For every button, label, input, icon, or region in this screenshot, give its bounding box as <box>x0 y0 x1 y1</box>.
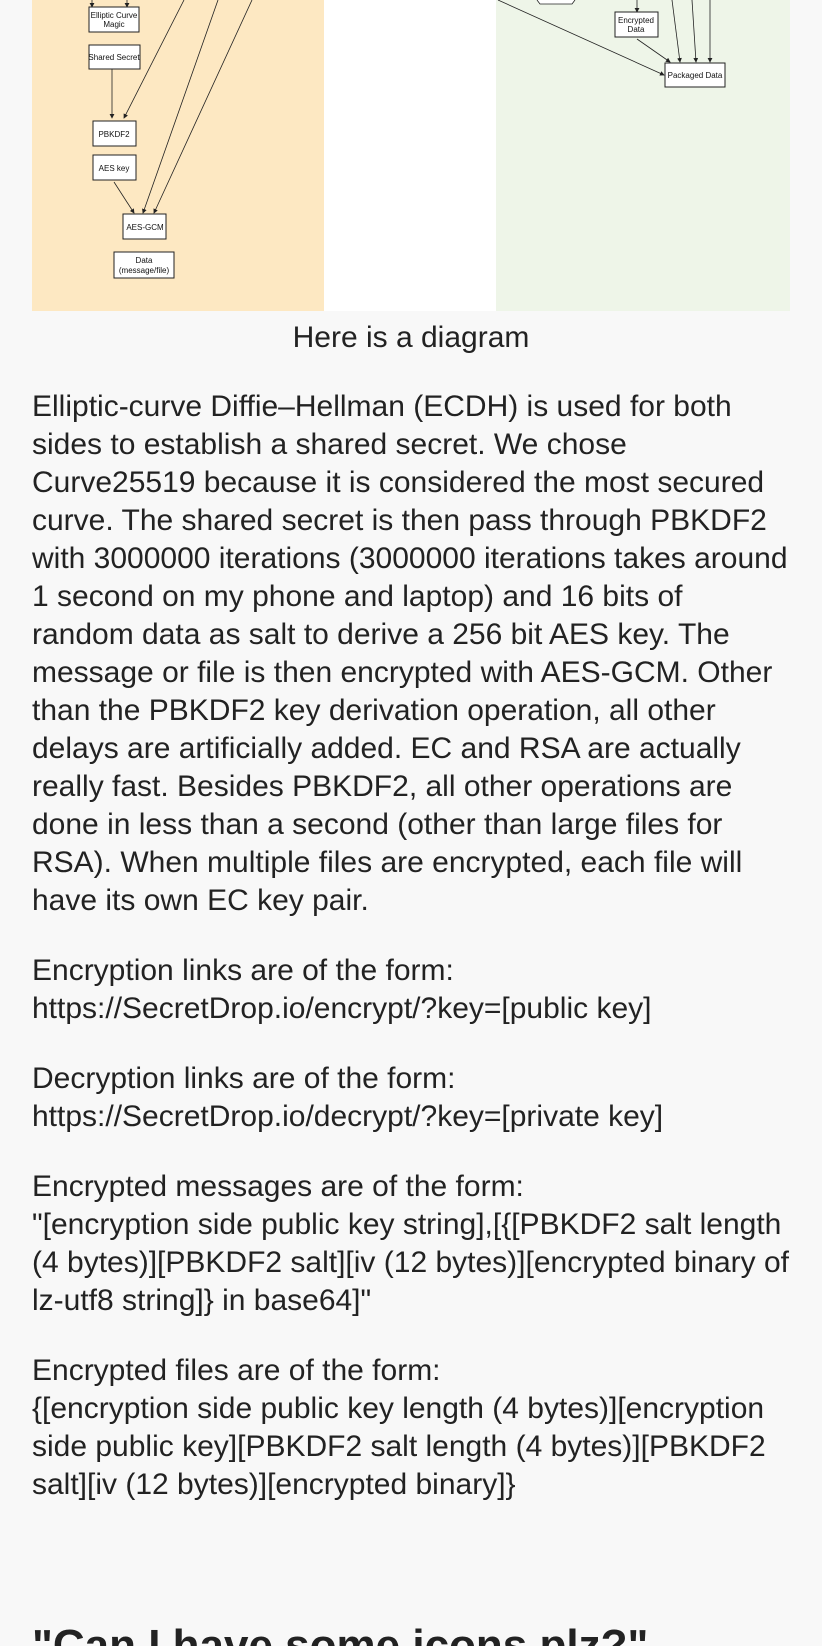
node-encrypted-data: Encrypted Data <box>614 11 659 38</box>
middle-panel-background <box>324 0 496 311</box>
article-body: Elliptic-curve Diffie–Hellman (ECDH) is … <box>32 388 792 1536</box>
node-aes-gcm: AES-GCM <box>122 213 167 240</box>
node-data-line2: (message/file) <box>119 266 170 275</box>
node-elliptic-curve-magic: Elliptic Curve Magic <box>88 6 140 33</box>
encrypted-files-paragraph: Encrypted files are of the form: {[encry… <box>32 1352 792 1504</box>
encryption-flow-diagram: Elliptic Curve Magic Shared Secret PBKDF… <box>32 0 790 311</box>
encrypted-messages-paragraph: Encrypted messages are of the form: "[en… <box>32 1168 792 1320</box>
node-ec-magic-line1: Elliptic Curve <box>91 11 138 20</box>
encryption-links-format: https://SecretDrop.io/encrypt/?key=[publ… <box>32 992 652 1025</box>
icons-section-heading: "Can I have some icons plz?" <box>32 1621 649 1646</box>
node-pbkdf2-label: PBKDF2 <box>98 130 130 139</box>
decryption-links-format: https://SecretDrop.io/decrypt/?key=[priv… <box>32 1100 664 1133</box>
diagram-image: Elliptic Curve Magic Shared Secret PBKDF… <box>32 0 790 311</box>
node-data: Data (message/file) <box>113 251 175 279</box>
node-packaged-data-label: Packaged Data <box>668 71 723 80</box>
encryption-links-label: Encryption links are of the form: <box>32 954 454 987</box>
diagram-caption: Here is a diagram <box>292 321 530 354</box>
encrypted-files-label: Encrypted files are of the form: <box>32 1354 441 1387</box>
encrypted-files-format: {[encryption side public key length (4 b… <box>32 1392 766 1501</box>
node-aes-key-label: AES key <box>99 164 130 173</box>
node-shared-secret-label: Shared Secret <box>88 53 140 62</box>
node-aes-gcm-label: AES-GCM <box>126 223 164 232</box>
node-data-line1: Data <box>136 256 153 265</box>
encrypted-messages-label: Encrypted messages are of the form: <box>32 1170 524 1203</box>
encryption-links-paragraph: Encryption links are of the form: https:… <box>32 952 792 1028</box>
encrypted-messages-format: "[encryption side public key string],[{[… <box>32 1208 789 1317</box>
left-panel-background <box>32 0 324 311</box>
decryption-links-label: Decryption links are of the form: <box>32 1062 456 1095</box>
node-encrypted-data-line2: Data <box>628 25 645 34</box>
partial-node-top <box>536 0 576 5</box>
right-panel-background <box>496 0 790 311</box>
node-pbkdf2: PBKDF2 <box>92 120 137 147</box>
node-aes-key: AES key <box>92 154 137 181</box>
node-packaged-data: Packaged Data <box>664 62 726 88</box>
page: Elliptic Curve Magic Shared Secret PBKDF… <box>0 0 822 1646</box>
decryption-links-paragraph: Decryption links are of the form: https:… <box>32 1060 792 1136</box>
ecdh-paragraph: Elliptic-curve Diffie–Hellman (ECDH) is … <box>32 390 788 917</box>
node-ec-magic-line2: Magic <box>103 20 124 29</box>
node-shared-secret: Shared Secret <box>88 44 141 70</box>
node-encrypted-data-line1: Encrypted <box>618 16 654 25</box>
